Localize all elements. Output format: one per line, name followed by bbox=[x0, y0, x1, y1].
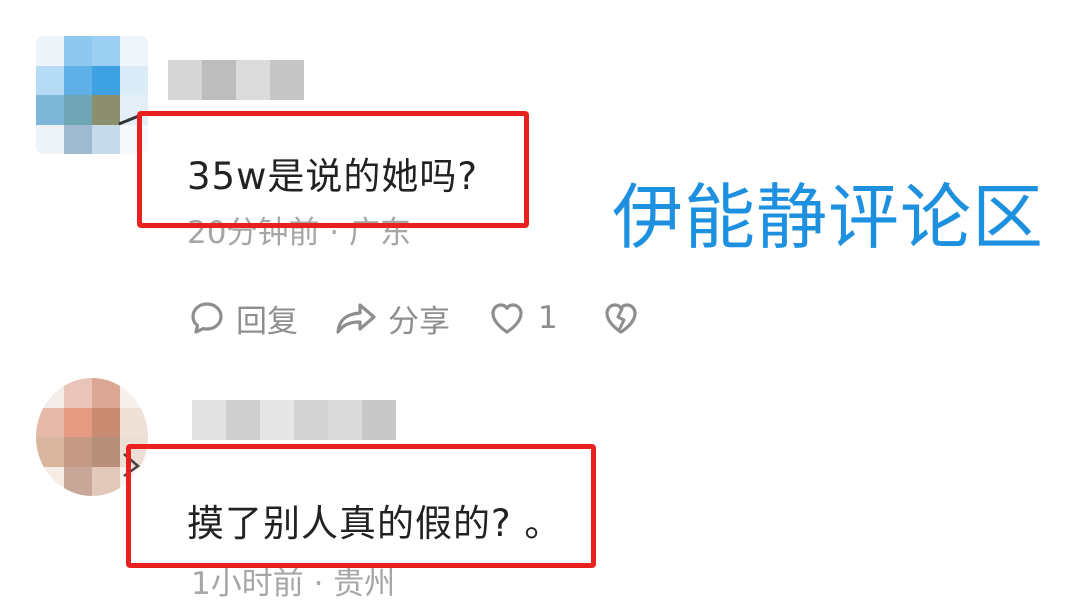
avatar-pixel bbox=[36, 437, 64, 467]
avatar-pixel bbox=[64, 378, 92, 408]
dislike-button[interactable] bbox=[602, 299, 640, 337]
reply-button[interactable]: 回复 bbox=[188, 296, 298, 341]
like-button[interactable]: 1 bbox=[488, 299, 558, 337]
avatar-pixel bbox=[64, 466, 92, 496]
share-arrow-icon bbox=[336, 303, 376, 334]
avatar-pixel bbox=[64, 95, 92, 125]
avatar-pixel bbox=[36, 95, 64, 125]
username-pixelated[interactable] bbox=[192, 400, 396, 440]
avatar[interactable] bbox=[36, 36, 148, 154]
avatar-pixel bbox=[36, 36, 64, 66]
heart-icon bbox=[491, 303, 523, 334]
username-pixel bbox=[226, 400, 260, 440]
avatar-pixel bbox=[120, 65, 148, 95]
username-pixelated[interactable] bbox=[168, 60, 304, 100]
username-pixel bbox=[328, 400, 362, 440]
username-pixel bbox=[362, 400, 396, 440]
avatar-pixel bbox=[36, 65, 64, 95]
username-pixel bbox=[168, 60, 202, 100]
highlight-box bbox=[126, 444, 596, 568]
avatar-pixel bbox=[92, 466, 120, 496]
avatar-pixel bbox=[120, 407, 148, 437]
reply-label: 回复 bbox=[236, 303, 298, 340]
avatar-pixel bbox=[120, 378, 148, 408]
avatar-pixel bbox=[36, 124, 64, 154]
avatar-pixel bbox=[92, 378, 120, 408]
speech-bubble-icon bbox=[191, 302, 223, 334]
username-pixel bbox=[270, 60, 304, 100]
avatar-pixel bbox=[120, 36, 148, 66]
avatar-pixel bbox=[92, 124, 120, 154]
avatar-pixel bbox=[36, 378, 64, 408]
highlight-box bbox=[137, 111, 529, 228]
overlay-caption: 伊能静评论区 bbox=[612, 176, 1045, 259]
username-pixel bbox=[260, 400, 294, 440]
share-label: 分享 bbox=[388, 303, 450, 340]
avatar-pixel bbox=[64, 124, 92, 154]
username-pixel bbox=[294, 400, 328, 440]
avatar-pixel bbox=[92, 407, 120, 437]
avatar-pixel bbox=[92, 437, 120, 467]
avatar-pixel bbox=[36, 466, 64, 496]
avatar-pixel bbox=[64, 65, 92, 95]
like-count: 1 bbox=[538, 300, 558, 336]
broken-heart-icon bbox=[605, 303, 637, 334]
avatar-pixel bbox=[64, 437, 92, 467]
username-pixel bbox=[202, 60, 236, 100]
avatar-pixel bbox=[64, 36, 92, 66]
share-button[interactable]: 分享 bbox=[334, 296, 450, 341]
username-pixel bbox=[192, 400, 226, 440]
avatar-pixel bbox=[92, 95, 120, 125]
avatar-pixel bbox=[92, 65, 120, 95]
avatar-pixel bbox=[64, 407, 92, 437]
comment-action-bar: 回复 分享 1 bbox=[188, 296, 640, 340]
avatar-pixel bbox=[92, 36, 120, 66]
avatar-pixel bbox=[36, 407, 64, 437]
username-pixel bbox=[236, 60, 270, 100]
